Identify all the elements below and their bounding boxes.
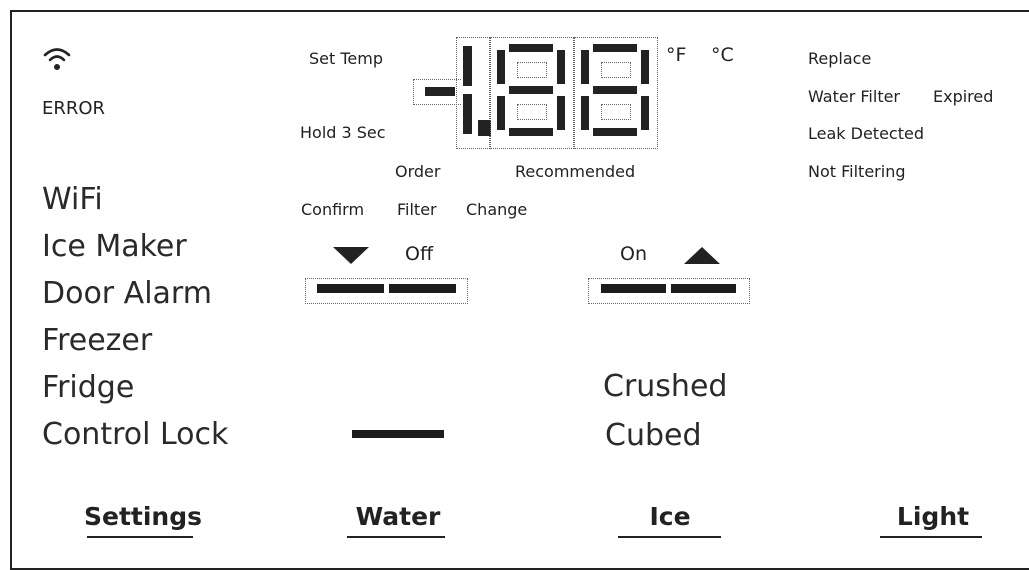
left-slider-segment [317, 284, 384, 293]
replace-label: Replace [808, 49, 872, 68]
light-button[interactable]: Light [878, 502, 988, 531]
recommended-label: Recommended [515, 162, 636, 181]
change-label[interactable]: Change [466, 200, 527, 219]
down-arrow-icon[interactable] [333, 247, 369, 265]
wifi-icon [43, 48, 71, 70]
menu-item-wifi[interactable]: WiFi [42, 182, 103, 217]
filter-label[interactable]: Filter [397, 200, 437, 219]
ice-underline [618, 536, 721, 538]
water-indicator-bar [352, 430, 444, 438]
not-filtering-label: Not Filtering [808, 162, 906, 181]
unit-f-label[interactable]: °F [666, 44, 686, 66]
leak-detected-label: Leak Detected [808, 124, 924, 143]
unit-c-label[interactable]: °C [711, 44, 734, 66]
settings-underline [87, 536, 193, 538]
hold-3-sec-label: Hold 3 Sec [300, 123, 386, 142]
order-label: Order [395, 162, 441, 181]
menu-item-fridge[interactable]: Fridge [42, 370, 134, 405]
on-label: On [620, 243, 647, 265]
confirm-label[interactable]: Confirm [301, 200, 364, 219]
ice-mode-cubed[interactable]: Cubed [605, 418, 702, 453]
up-arrow-icon[interactable] [684, 247, 720, 265]
water-underline [347, 536, 445, 538]
ice-mode-crushed[interactable]: Crushed [603, 369, 727, 404]
off-label: Off [405, 243, 434, 265]
water-button[interactable]: Water [343, 502, 453, 531]
right-slider-segment [601, 284, 666, 293]
settings-button[interactable]: Settings [84, 502, 202, 531]
right-slider-segment [671, 284, 736, 293]
left-slider-segment [389, 284, 456, 293]
menu-item-control-lock[interactable]: Control Lock [42, 417, 228, 452]
ice-button[interactable]: Ice [625, 502, 715, 531]
menu-item-ice-maker[interactable]: Ice Maker [42, 229, 187, 264]
menu-item-freezer[interactable]: Freezer [42, 323, 152, 358]
expired-label: Expired [933, 87, 994, 106]
set-temp-label[interactable]: Set Temp [309, 49, 383, 68]
water-filter-label: Water Filter [808, 87, 901, 106]
light-underline [880, 536, 982, 538]
menu-item-door-alarm[interactable]: Door Alarm [42, 276, 212, 311]
error-label: ERROR [42, 98, 106, 119]
